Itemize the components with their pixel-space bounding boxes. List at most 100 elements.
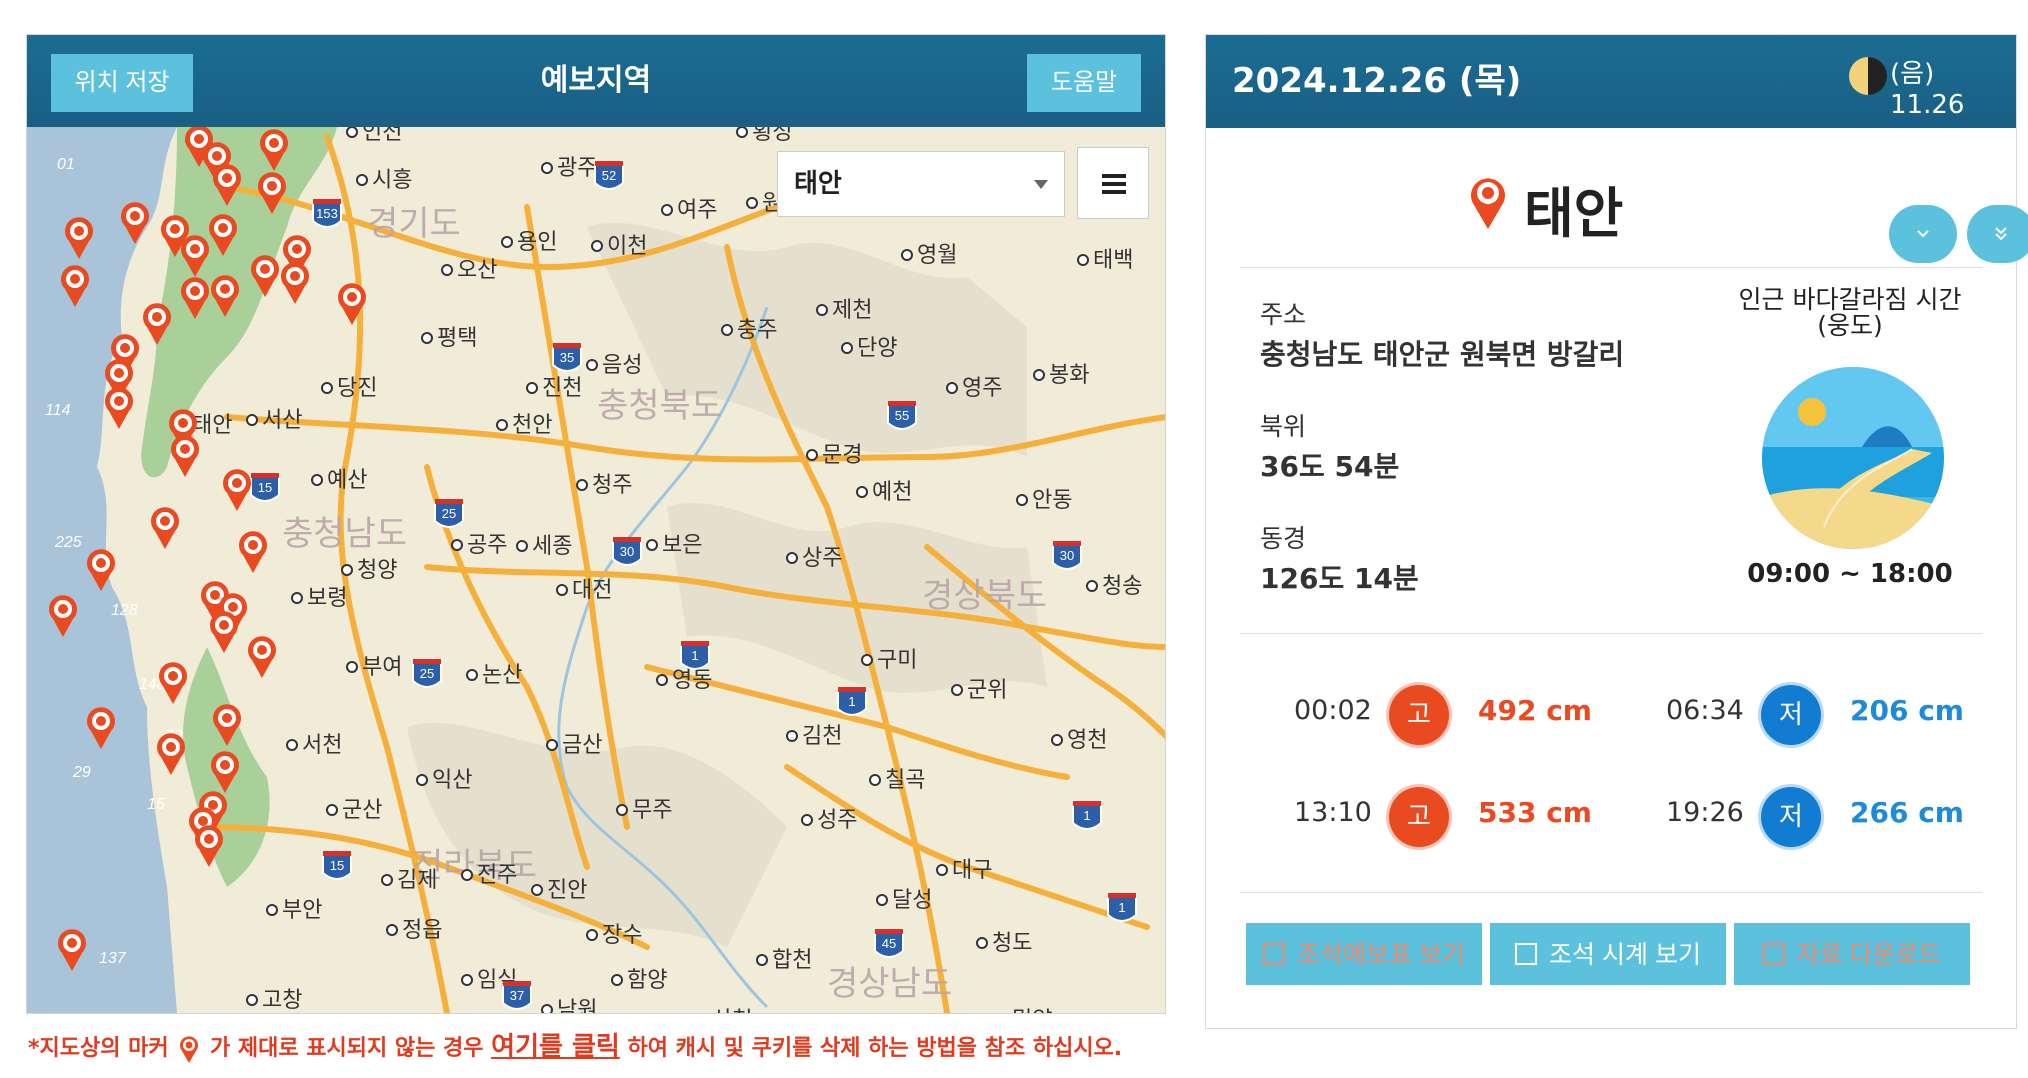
city-dot <box>1077 254 1089 266</box>
chevron-down-icon <box>1034 180 1048 189</box>
double-chevron-down-icon <box>1995 227 2007 241</box>
station-marker[interactable] <box>171 435 200 477</box>
forecast-map[interactable]: 경기도 충청북도 충청남도 경상북도 전라북도 경상남도 인천광주여주원주시흥용… <box>27 127 1165 1013</box>
city-dot <box>501 236 513 248</box>
city-label: 상주 <box>802 545 842 570</box>
tide-clock-button[interactable]: 조석 시계 보기 <box>1490 923 1726 985</box>
station-marker[interactable] <box>157 733 185 775</box>
city-dot <box>526 382 538 394</box>
station-marker[interactable] <box>223 469 252 511</box>
svg-text:30: 30 <box>620 544 634 559</box>
city-dot <box>936 864 948 876</box>
city-dot <box>246 994 258 1006</box>
city-label: 용인 <box>517 229 557 254</box>
city-dot <box>441 264 453 276</box>
divider <box>1240 633 1982 634</box>
station-marker[interactable] <box>151 507 179 549</box>
station-marker[interactable] <box>105 387 133 429</box>
city-dot <box>496 419 508 431</box>
city-dot <box>816 304 828 316</box>
city-dot <box>736 127 748 138</box>
region-select[interactable]: 태안 <box>777 151 1065 217</box>
city-label: 무주 <box>632 797 672 822</box>
route-shield: 153 <box>312 199 342 228</box>
chevron-down-icon <box>1917 230 1929 238</box>
city-label: 고창 <box>262 987 302 1012</box>
longitude-label: 동경 <box>1260 524 1307 553</box>
svg-text:1: 1 <box>691 648 698 663</box>
station-marker[interactable] <box>210 611 238 653</box>
city-dot <box>1016 494 1028 506</box>
hamburger-icon <box>1102 190 1126 194</box>
city-label: 금산 <box>562 732 602 757</box>
svg-text:25: 25 <box>420 666 434 681</box>
city-label: 공주 <box>467 532 507 557</box>
latitude-value: 36도 54분 <box>1260 450 1400 483</box>
city-dot <box>266 904 278 916</box>
collapse-button[interactable] <box>1889 205 1957 263</box>
longitude-value: 126도 14분 <box>1260 562 1419 595</box>
city-dot <box>661 204 673 216</box>
map-canvas: 경기도 충청북도 충청남도 경상북도 전라북도 경상남도 인천광주여주원주시흥용… <box>27 127 1165 1013</box>
map-panel: 위치 저장 예보지역 도움말 경기도 충청북도 충청남도 경상북도 전라북도 경… <box>26 34 1166 1014</box>
city-dot <box>951 684 963 696</box>
city-dot <box>341 564 353 576</box>
province-label: 충청남도 <box>282 515 407 553</box>
tide-height: 266 cm <box>1850 796 1964 829</box>
marker-notice: *지도상의 마커 가 제대로 표시되지 않는 경우 여기를 클릭 하여 캐시 및… <box>28 1026 1122 1064</box>
city-dot <box>1051 734 1063 746</box>
cache-help-link[interactable]: 여기를 클릭 <box>491 1032 620 1062</box>
help-button[interactable]: 도움말 <box>1027 54 1141 112</box>
city-label: 횡성 <box>752 127 792 144</box>
city-label: 논산 <box>482 662 522 687</box>
city-dot <box>586 929 598 941</box>
sea-parting-title: 인근 바다갈라짐 시간 (웅도) <box>1724 287 1976 339</box>
province-label: 충청북도 <box>597 387 722 425</box>
city-label: 함양 <box>627 967 667 992</box>
info-panel: 2024.12.26 (목) (음) 11.26 태안 주소 충청남도 태안군 … <box>1205 34 2028 1029</box>
tide-height: 533 cm <box>1478 796 1592 829</box>
svg-text:1: 1 <box>1118 900 1125 915</box>
map-menu-button[interactable] <box>1077 147 1149 219</box>
city-label: 영주 <box>962 375 1002 400</box>
city-label: 익산 <box>432 767 472 792</box>
city-dot <box>876 894 888 906</box>
tide-table-button[interactable]: 조석예보표 보기 <box>1246 923 1482 985</box>
station-marker[interactable] <box>159 662 188 704</box>
sea-parting-time: 09:00 ~ 18:00 <box>1747 559 1953 589</box>
city-label: 청주 <box>592 472 632 497</box>
location-row: 태안 <box>1206 165 2028 263</box>
route-shield: 30 <box>612 537 642 566</box>
city-dot <box>416 774 428 786</box>
map-header: 위치 저장 예보지역 도움말 <box>27 35 1165 127</box>
lunar-date: (음) 11.26 <box>1890 59 1965 120</box>
tide-height: 492 cm <box>1478 694 1592 727</box>
expand-button[interactable] <box>1967 205 2028 263</box>
low-tide-badge: 저 <box>1761 685 1821 745</box>
city-dot <box>461 869 473 881</box>
city-label: 서산 <box>262 407 302 432</box>
station-marker[interactable] <box>239 531 267 573</box>
city-label: 달성 <box>892 887 932 912</box>
station-marker[interactable] <box>248 636 277 678</box>
sea-depth-label: 29 <box>72 764 91 781</box>
city-label: 대전 <box>572 577 612 602</box>
data-download-button[interactable]: 자료 다운로드 <box>1734 923 1970 985</box>
sea-depth-label: 137 <box>99 950 127 967</box>
city-label: 칠곡 <box>885 767 925 792</box>
tide-table-button-label: 조석예보표 보기 <box>1297 941 1465 969</box>
route-shield: 35 <box>552 343 582 372</box>
hamburger-icon <box>1102 182 1126 186</box>
city-label: 밀양 <box>1012 1007 1052 1013</box>
city-label: 영동 <box>672 667 712 692</box>
sea-depth-label: 01 <box>57 156 75 173</box>
svg-text:15: 15 <box>258 480 272 495</box>
moon-phase-icon <box>1849 57 1887 95</box>
city-label: 군위 <box>967 677 1007 702</box>
tide-time: 00:02 <box>1294 695 1372 726</box>
station-marker[interactable] <box>281 262 310 304</box>
city-dot <box>466 669 478 681</box>
city-label: 세종 <box>532 533 572 558</box>
city-label: 진안 <box>547 877 587 902</box>
sea-depth-label: 15 <box>147 796 165 813</box>
